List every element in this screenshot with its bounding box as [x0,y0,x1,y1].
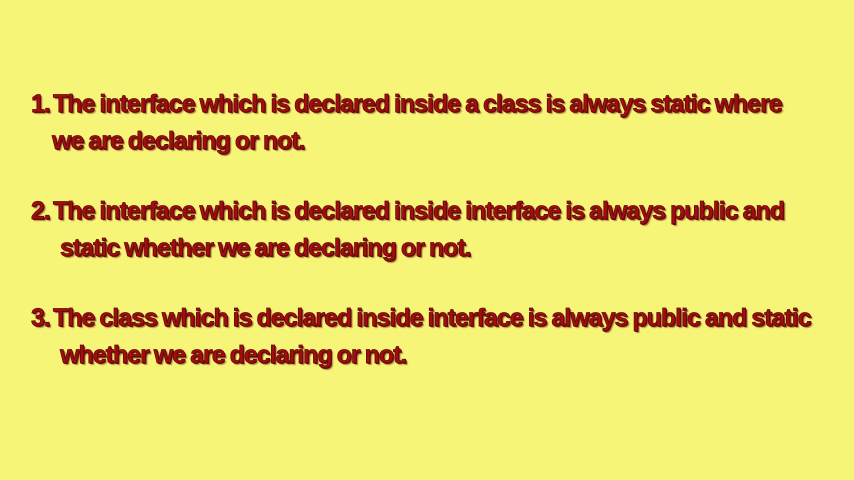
point-2-number: 2. [31,197,52,226]
point-2-first-line: 2. The interface which is declared inside… [31,193,786,229]
point-3-number: 3. [31,304,52,333]
point-1-line-2: we are declaring or not. [52,127,306,156]
slide-canvas: 1. The interface which is declared inside… [0,0,854,480]
point-2-line-1: The interface which is declared inside i… [53,197,786,226]
point-3-line-2: whether we are declaring or not. [60,341,408,370]
point-3-line-1: The class which is declared inside inter… [53,304,812,333]
point-1-first-line: 1. The interface which is declared inside… [31,86,783,122]
point-1-number: 1. [31,90,52,119]
point-1-line-1: The interface which is declared inside a… [53,90,783,119]
point-3-first-line: 3. The class which is declared inside int… [31,300,812,336]
point-2-line-2: static whether we are declaring or not. [60,234,472,263]
